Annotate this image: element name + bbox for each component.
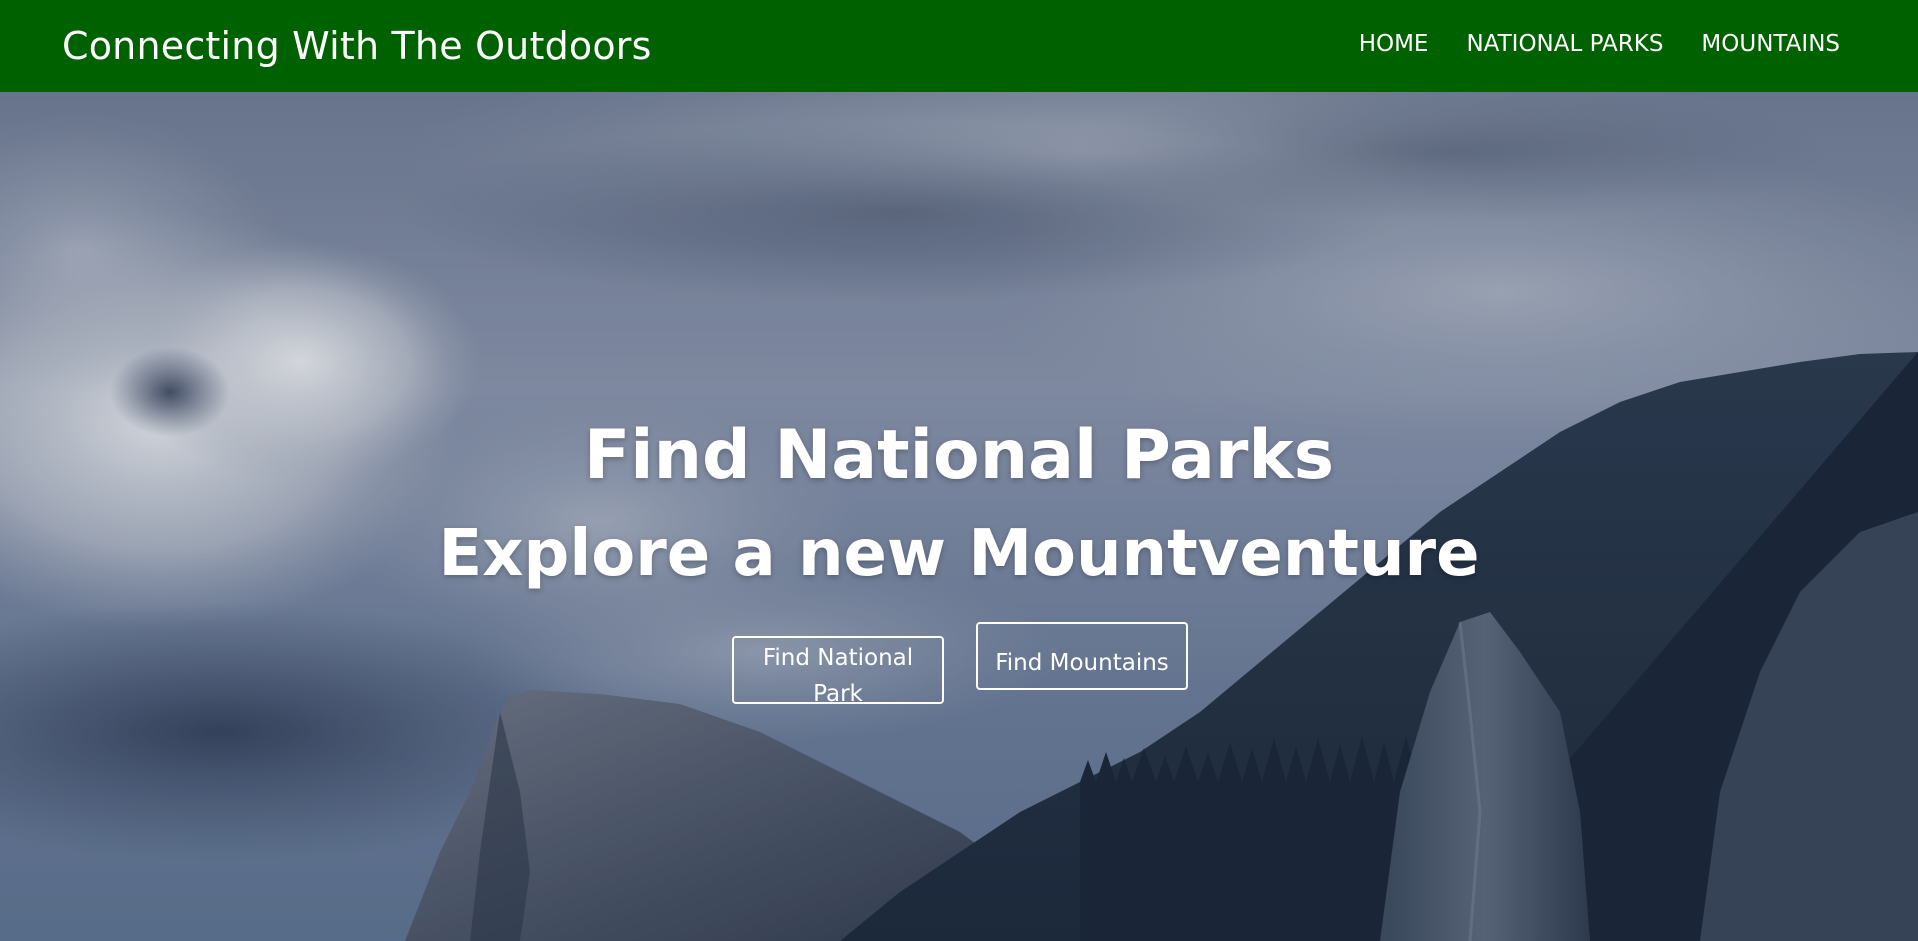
main-nav: HOME NATIONAL PARKS MOUNTAINS [1359,26,1840,62]
site-brand[interactable]: Connecting With The Outdoors [62,20,652,72]
hero-section: Find National Parks Explore a new Mountv… [0,92,1918,941]
find-mountains-button[interactable]: Find Mountains [976,622,1188,690]
nav-link-mountains[interactable]: MOUNTAINS [1701,26,1840,62]
navbar: Connecting With The Outdoors HOME NATION… [0,0,1918,92]
nav-link-home[interactable]: HOME [1359,26,1429,62]
nav-link-national-parks[interactable]: NATIONAL PARKS [1466,26,1663,62]
hero-content: Find National Parks Explore a new Mountv… [0,92,1918,941]
page: Connecting With The Outdoors HOME NATION… [0,0,1918,941]
hero-subtitle: Explore a new Mountventure [438,517,1480,591]
hero-title: Find National Parks [583,416,1335,495]
find-national-park-button[interactable]: Find National Park [732,636,944,707]
